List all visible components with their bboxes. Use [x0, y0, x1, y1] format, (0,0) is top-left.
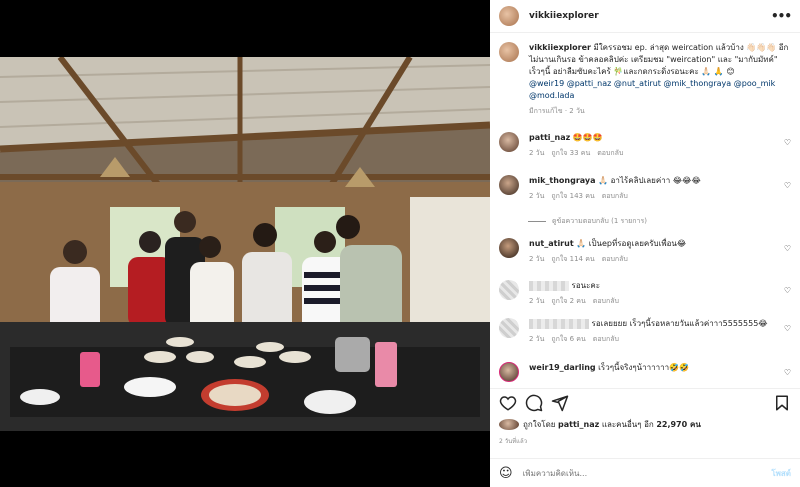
comment-likes[interactable]: ถูกใจ 33 คน	[551, 149, 590, 157]
comment-row: รอนะคะ 2 วัน ถูกใจ 2 คน ตอบกลับ ♡	[499, 280, 791, 307]
comment-text: 🤩🤩🤩	[572, 133, 603, 142]
caption-author-avatar[interactable]	[499, 42, 519, 62]
comment-text: 🙏🏻 อาไร้คลิปเลยค่าา 😂😂😂	[598, 176, 701, 185]
author-username[interactable]: vikkiiexplorer	[529, 11, 599, 21]
comment-time: 2 วัน	[529, 192, 545, 200]
comment-username[interactable]: nut_atirut	[529, 239, 574, 248]
reply-button[interactable]: ตอบกลับ	[602, 192, 628, 200]
post-date: 2 วันที่แล้ว	[499, 438, 528, 445]
group-photo-illustration	[0, 57, 490, 431]
comment-username[interactable]: mik_thongraya	[529, 176, 596, 185]
media-area	[0, 0, 490, 487]
likes-user[interactable]: patti_naz	[558, 420, 599, 429]
blurred-username	[529, 280, 569, 291]
commenter-avatar[interactable]	[499, 280, 519, 300]
liker-avatar	[499, 419, 519, 430]
caption-username[interactable]: vikkiiexplorer	[529, 43, 591, 52]
reply-button[interactable]: ตอบกลับ	[593, 297, 619, 305]
likes-summary[interactable]: ถูกใจโดย patti_naz และคนอื่นๆ อีก 22,970…	[499, 418, 701, 431]
comment-composer: ☺ โพสต์	[490, 458, 800, 487]
share-send-icon[interactable]	[551, 394, 569, 412]
more-options-icon[interactable]: •••	[771, 9, 792, 23]
like-comment-heart-icon[interactable]: ♡	[784, 368, 791, 377]
comment-row: nut_atirut 🙏🏻 เป็นepที่รอดูเลยครับเพื่อน…	[499, 238, 791, 265]
like-heart-icon[interactable]	[499, 394, 517, 412]
likes-middle: และคนอื่นๆ อีก	[601, 420, 654, 429]
comment-row: weir19_darling เร็วๆนี้จริงๆน้าาาาาา🤣🤣 ♡	[499, 362, 791, 382]
comment-text: รอเลยยยย เร็วๆนี้รอหลายวันแล้วค่าาา55555…	[591, 319, 768, 328]
comment-row: mik_thongraya 🙏🏻 อาไร้คลิปเลยค่าา 😂😂😂 2 …	[499, 175, 791, 202]
reply-button[interactable]: ตอบกลับ	[597, 149, 623, 157]
likes-prefix: ถูกใจโดย	[523, 420, 556, 429]
comment-likes[interactable]: ถูกใจ 2 คน	[551, 297, 585, 305]
like-comment-heart-icon[interactable]: ♡	[784, 181, 791, 190]
comments-scroll-area[interactable]: vikkiiexplorer มีใครรอชม ep. ล่าสุด weir…	[490, 34, 800, 387]
likes-count[interactable]: 22,970 คน	[656, 418, 700, 431]
comment-row: รอเลยยยย เร็วๆนี้รอหลายวันแล้วค่าาา55555…	[499, 318, 791, 345]
replies-divider	[528, 220, 546, 222]
commenter-avatar[interactable]	[499, 175, 519, 195]
like-comment-heart-icon[interactable]: ♡	[784, 138, 791, 147]
comment-time: 2 วัน	[529, 335, 545, 343]
comment-bubble-icon[interactable]	[525, 394, 543, 412]
comment-username[interactable]: patti_naz	[529, 133, 570, 142]
commenter-avatar[interactable]	[499, 362, 519, 382]
comment-text: เร็วๆนี้จริงๆน้าาาาาา🤣🤣	[598, 363, 689, 372]
commenter-avatar[interactable]	[499, 132, 519, 152]
post-actions-bar	[490, 388, 800, 416]
author-avatar[interactable]	[499, 6, 519, 26]
instagram-post-view: vikkiiexplorer ••• vikkiiexplorer มีใครร…	[0, 0, 800, 487]
comment-likes[interactable]: ถูกใจ 143 คน	[551, 192, 594, 200]
reply-button[interactable]: ตอบกลับ	[602, 255, 628, 263]
emoji-picker-icon[interactable]: ☺	[499, 466, 513, 481]
comment-username[interactable]: weir19_darling	[529, 363, 596, 372]
comment-time: 2 วัน	[529, 149, 545, 157]
post-comment-button[interactable]: โพสต์	[771, 467, 791, 480]
blurred-username	[529, 318, 589, 329]
comment-time: 2 วัน	[529, 297, 545, 305]
comment-text: 🙏🏻 เป็นepที่รอดูเลยครับเพื่อน😂	[576, 239, 687, 248]
caption-row: vikkiiexplorer มีใครรอชม ep. ล่าสุด weir…	[499, 42, 791, 117]
comment-time: 2 วัน	[529, 255, 545, 263]
comment-text: รอนะคะ	[571, 281, 601, 290]
view-replies-link[interactable]: ดูข้อความตอบกลับ (1 รายการ)	[528, 216, 647, 227]
view-replies-text: ดูข้อความตอบกลับ (1 รายการ)	[552, 217, 647, 225]
post-header: vikkiiexplorer •••	[490, 0, 800, 33]
comment-input[interactable]	[522, 468, 772, 478]
comment-row: patti_naz 🤩🤩🤩 2 วัน ถูกใจ 33 คน ตอบกลับ ♡	[499, 132, 791, 159]
comment-likes[interactable]: ถูกใจ 114 คน	[551, 255, 594, 263]
commenter-avatar[interactable]	[499, 238, 519, 258]
like-comment-heart-icon[interactable]: ♡	[784, 324, 791, 333]
post-side-panel: vikkiiexplorer ••• vikkiiexplorer มีใครร…	[490, 0, 800, 487]
like-comment-heart-icon[interactable]: ♡	[784, 244, 791, 253]
caption-meta: มีการแก้ไข · 2 วัน	[529, 107, 585, 115]
reply-button[interactable]: ตอบกลับ	[593, 335, 619, 343]
commenter-avatar[interactable]	[499, 318, 519, 338]
caption-tags[interactable]: @weir19 @patti_naz @nut_atirut @mik_thon…	[529, 78, 791, 102]
like-comment-heart-icon[interactable]: ♡	[784, 286, 791, 295]
comment-likes[interactable]: ถูกใจ 6 คน	[551, 335, 585, 343]
post-photo[interactable]	[0, 57, 490, 431]
save-bookmark-icon[interactable]	[773, 394, 791, 412]
